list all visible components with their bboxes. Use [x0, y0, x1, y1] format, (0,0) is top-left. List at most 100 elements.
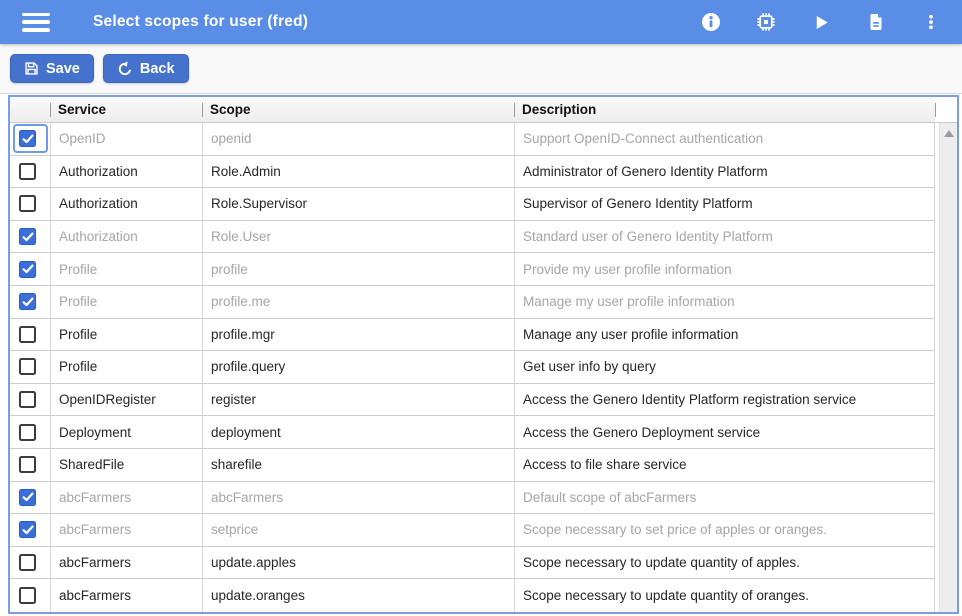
service-cell: Profile: [50, 319, 202, 352]
service-cell: abcFarmers: [50, 547, 202, 580]
row-checkbox[interactable]: [19, 163, 36, 180]
service-cell: Deployment: [50, 416, 202, 449]
table-row[interactable]: abcFarmers abcFarmers Default scope of a…: [10, 482, 957, 515]
scope-cell: profile: [202, 253, 514, 286]
table-row[interactable]: Authorization Role.Supervisor Supervisor…: [10, 188, 957, 221]
table-row[interactable]: SharedFile sharefile Access to file shar…: [10, 449, 957, 482]
service-cell: Profile: [50, 286, 202, 319]
table-row[interactable]: Profile profile.mgr Manage any user prof…: [10, 319, 957, 352]
table-row[interactable]: Authorization Role.Admin Administrator o…: [10, 156, 957, 189]
scope-cell: Role.Admin: [202, 156, 514, 189]
table-row[interactable]: Profile profile.query Get user info by q…: [10, 351, 957, 384]
description-cell: Access to file share service: [514, 449, 935, 482]
table-row[interactable]: abcFarmers update.oranges Scope necessar…: [10, 579, 957, 612]
table-row[interactable]: OpenIDRegister register Access the Gener…: [10, 384, 957, 417]
checkbox-cell: [10, 286, 50, 319]
vertical-scrollbar[interactable]: [939, 123, 957, 612]
description-cell: Provide my user profile information: [514, 253, 935, 286]
chip-icon[interactable]: [755, 11, 777, 33]
scroll-up-arrow-icon[interactable]: [944, 130, 954, 137]
header-checkbox-column: [10, 97, 50, 122]
description-cell: Access the Genero Deployment service: [514, 416, 935, 449]
table-row[interactable]: Authorization Role.User Standard user of…: [10, 221, 957, 254]
row-checkbox[interactable]: [19, 489, 36, 506]
document-icon[interactable]: [865, 11, 887, 33]
checkbox-cell: [10, 384, 50, 417]
description-cell: Manage my user profile information: [514, 286, 935, 319]
description-cell: Supervisor of Genero Identity Platform: [514, 188, 935, 221]
play-icon[interactable]: [810, 11, 832, 33]
checkbox-cell: [10, 482, 50, 515]
row-checkbox[interactable]: [19, 554, 36, 571]
description-cell: Scope necessary to update quantity of ap…: [514, 547, 935, 580]
row-checkbox[interactable]: [19, 228, 36, 245]
description-cell: Support OpenID-Connect authentication: [514, 123, 935, 156]
row-checkbox[interactable]: [19, 456, 36, 473]
kebab-menu-icon[interactable]: [920, 11, 942, 33]
checkbox-cell: [10, 156, 50, 189]
checkbox-cell: [10, 221, 50, 254]
page-title: Select scopes for user (fred): [93, 13, 308, 31]
back-button[interactable]: Back: [103, 54, 189, 83]
row-checkbox[interactable]: [19, 358, 36, 375]
description-cell: Scope necessary to set price of apples o…: [514, 514, 935, 547]
scope-cell: update.apples: [202, 547, 514, 580]
service-cell: abcFarmers: [50, 579, 202, 612]
table-row[interactable]: Deployment deployment Access the Genero …: [10, 416, 957, 449]
description-cell: Get user info by query: [514, 351, 935, 384]
scope-cell: abcFarmers: [202, 482, 514, 515]
scope-cell: profile.me: [202, 286, 514, 319]
row-checkbox[interactable]: [19, 587, 36, 604]
menu-icon[interactable]: [22, 13, 50, 32]
back-undo-icon: [117, 61, 133, 77]
service-cell: OpenID: [50, 123, 202, 156]
checkbox-cell: [10, 188, 50, 221]
table-row[interactable]: abcFarmers setprice Scope necessary to s…: [10, 514, 957, 547]
service-cell: Authorization: [50, 221, 202, 254]
row-checkbox[interactable]: [19, 293, 36, 310]
row-checkbox[interactable]: [19, 326, 36, 343]
info-icon[interactable]: [700, 11, 722, 33]
table-row[interactable]: OpenID openid Support OpenID-Connect aut…: [10, 123, 957, 156]
scope-cell: Role.User: [202, 221, 514, 254]
row-checkbox[interactable]: [19, 521, 36, 538]
checkmark-icon: [22, 297, 34, 307]
checkbox-cell: [10, 416, 50, 449]
row-checkbox[interactable]: [19, 261, 36, 278]
scope-cell: sharefile: [202, 449, 514, 482]
table-row[interactable]: abcFarmers update.apples Scope necessary…: [10, 547, 957, 580]
checkmark-icon: [22, 134, 34, 144]
save-button[interactable]: Save: [10, 54, 94, 83]
checkmark-icon: [22, 264, 34, 274]
row-checkbox[interactable]: [19, 195, 36, 212]
header-service[interactable]: Service: [50, 97, 202, 122]
table-header-row: Service Scope Description: [10, 97, 957, 123]
scope-cell: profile.query: [202, 351, 514, 384]
service-cell: abcFarmers: [50, 482, 202, 515]
checkbox-cell: [10, 547, 50, 580]
row-checkbox[interactable]: [19, 424, 36, 441]
description-cell: Standard user of Genero Identity Platfor…: [514, 221, 935, 254]
row-checkbox[interactable]: [19, 130, 36, 147]
row-checkbox[interactable]: [19, 391, 36, 408]
save-button-label: Save: [46, 61, 80, 77]
service-cell: abcFarmers: [50, 514, 202, 547]
service-cell: SharedFile: [50, 449, 202, 482]
top-bar: Select scopes for user (fred): [0, 0, 962, 44]
scope-cell: deployment: [202, 416, 514, 449]
checkbox-cell: [10, 123, 50, 156]
scope-cell: register: [202, 384, 514, 417]
service-cell: OpenIDRegister: [50, 384, 202, 417]
table-row[interactable]: Profile profile.me Manage my user profil…: [10, 286, 957, 319]
back-button-label: Back: [140, 61, 175, 77]
service-cell: Profile: [50, 351, 202, 384]
header-scope[interactable]: Scope: [202, 97, 514, 122]
checkbox-cell: [10, 319, 50, 352]
header-description[interactable]: Description: [514, 97, 935, 122]
description-cell: Access the Genero Identity Platform regi…: [514, 384, 935, 417]
scope-cell: profile.mgr: [202, 319, 514, 352]
table-row[interactable]: Profile profile Provide my user profile …: [10, 253, 957, 286]
checkmark-icon: [22, 525, 34, 535]
topbar-actions: [700, 11, 962, 33]
scopes-table: Service Scope Description OpenID openid …: [8, 95, 959, 614]
